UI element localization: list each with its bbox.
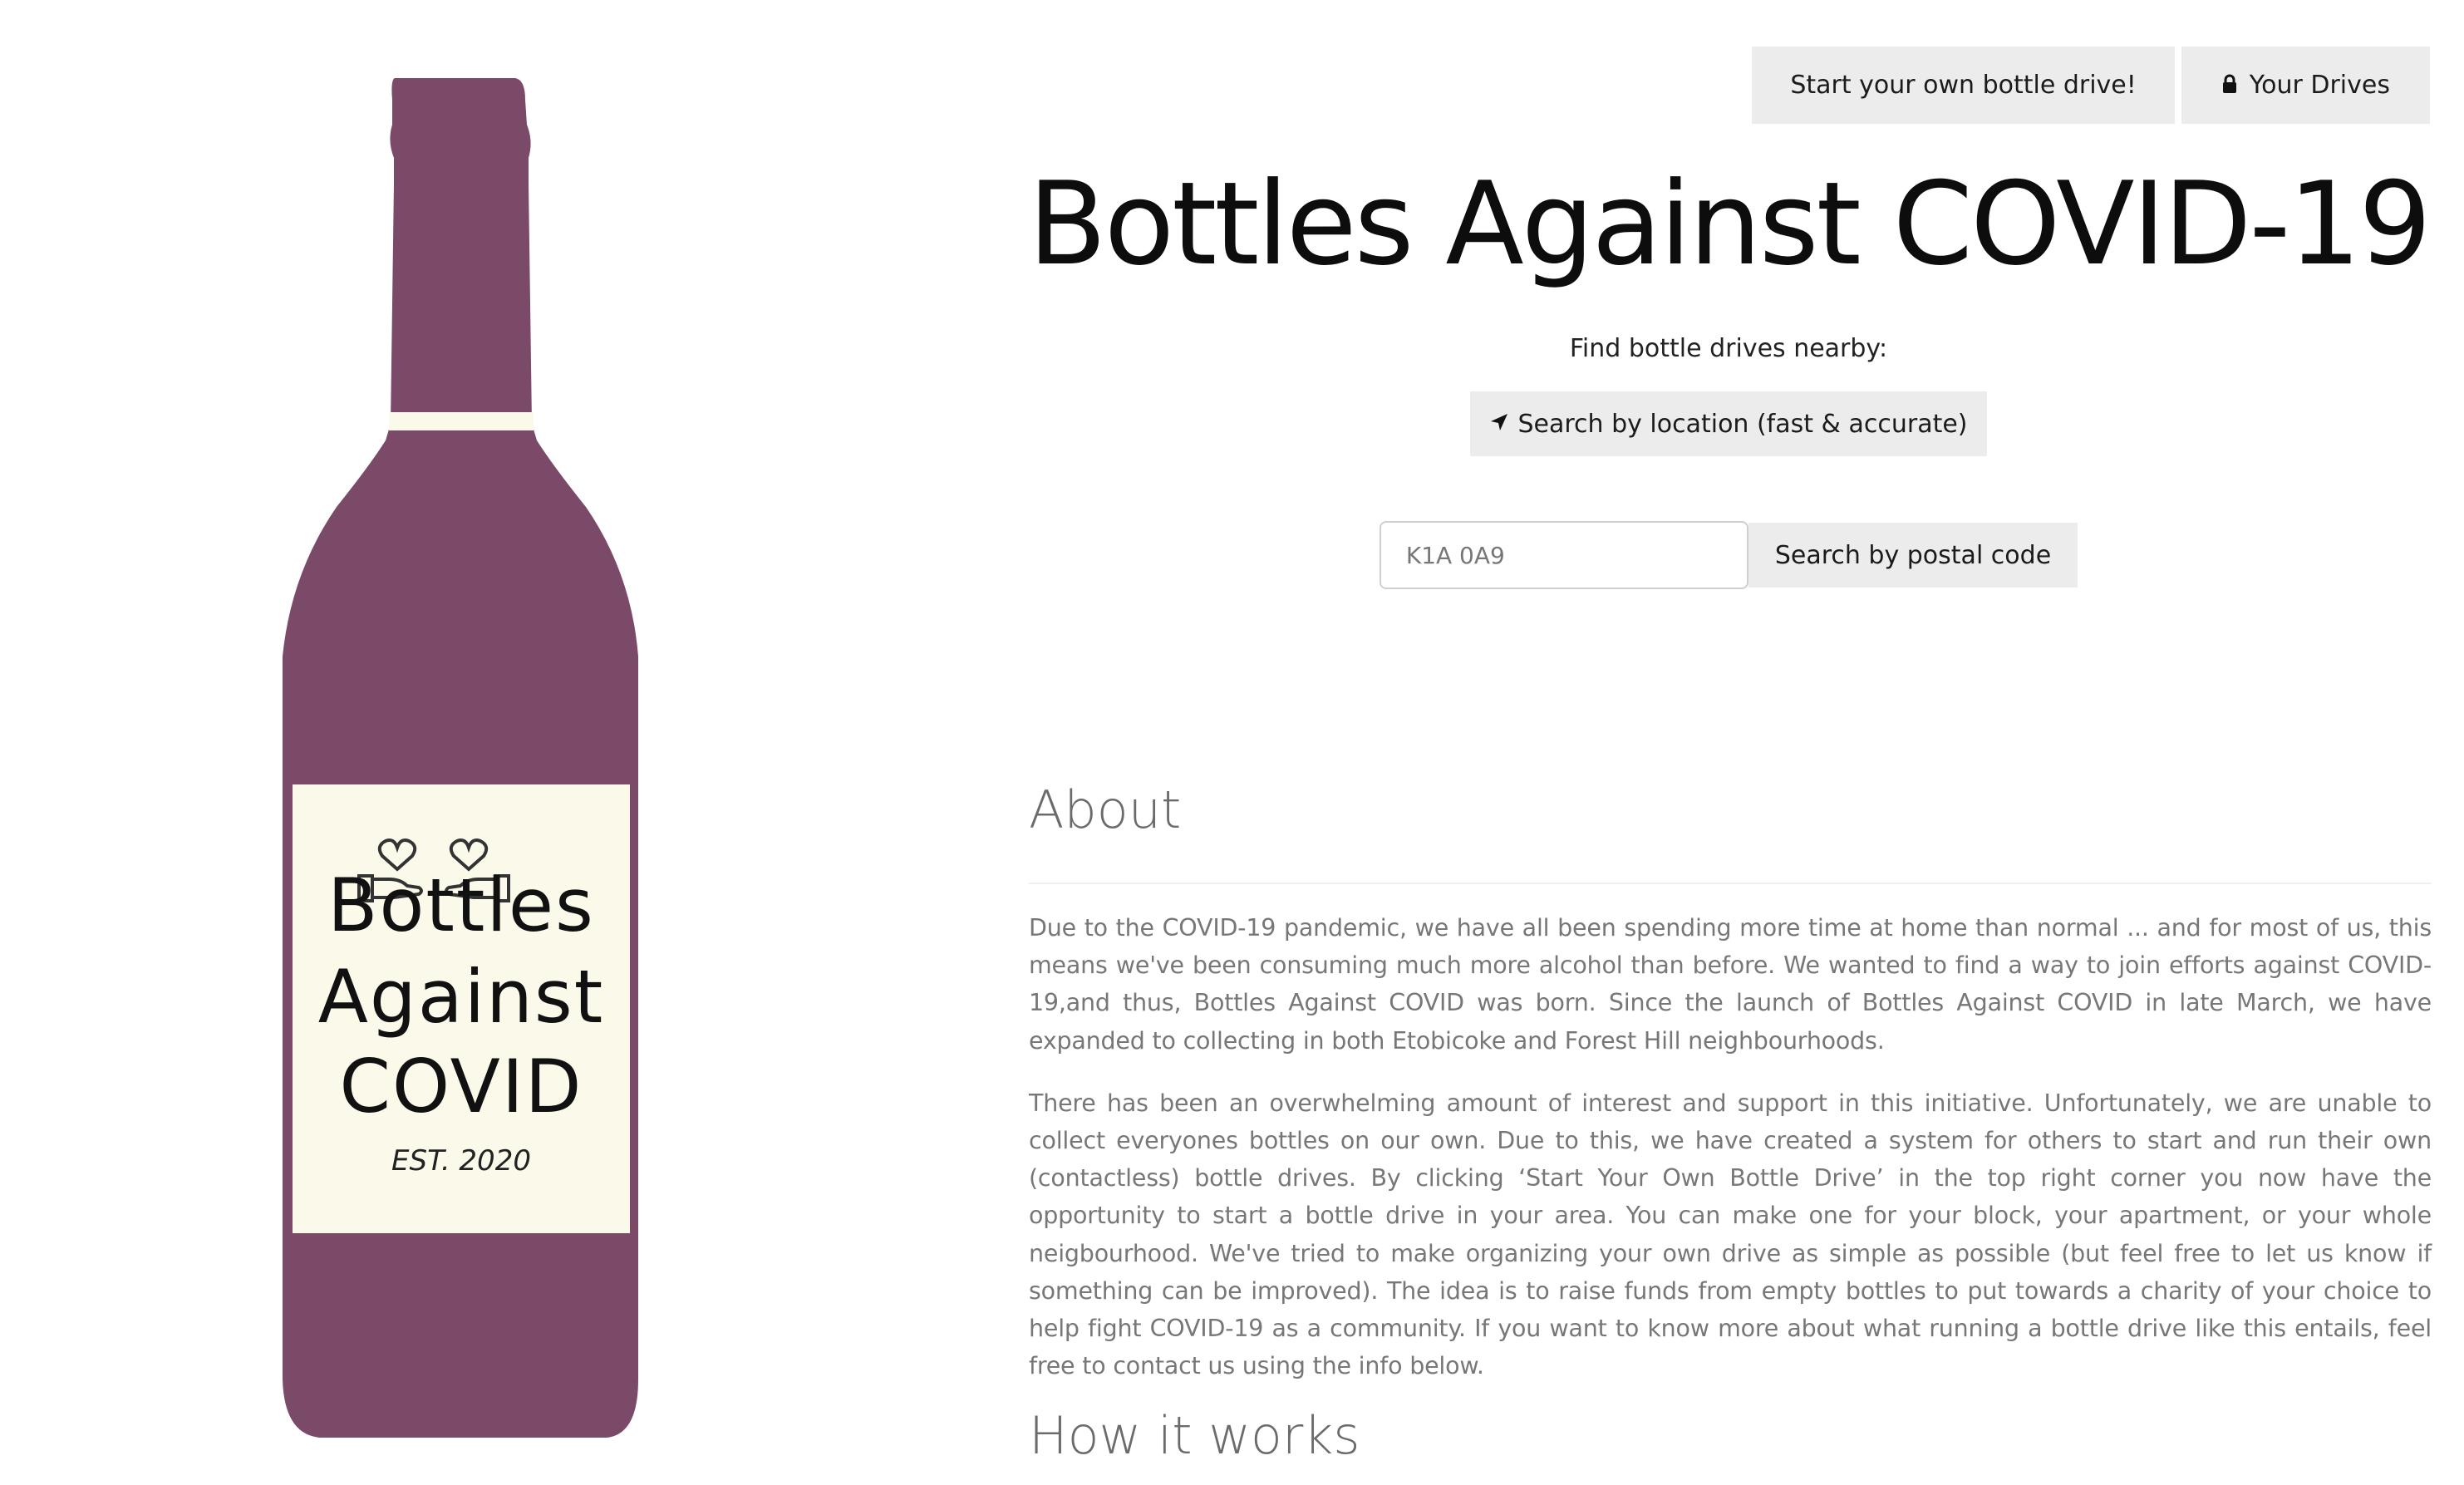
search-by-location-label: Search by location (fast & accurate) (1517, 409, 1968, 439)
your-drives-button[interactable]: Your Drives (2181, 47, 2430, 124)
bottle-neck-band (389, 412, 534, 430)
bottle-logo: Bottles Against COVID EST. 2020 (266, 75, 657, 1446)
about-heading: About (1029, 779, 1182, 840)
logo-line-3: COVID (339, 1044, 583, 1129)
logo-line-1: Bottles (327, 863, 595, 948)
search-by-postal-button[interactable]: Search by postal code (1748, 523, 2078, 588)
page: Bottles Against COVID EST. 2020 Start yo… (0, 0, 2464, 1485)
hero: Bottles Against COVID-19 Find bottle dri… (1026, 157, 2432, 589)
bottle-illustration: Bottles Against COVID EST. 2020 (283, 78, 638, 1438)
location-arrow-icon (1489, 412, 1509, 435)
find-drives-label: Find bottle drives nearby: (1569, 334, 1888, 363)
start-drive-button[interactable]: Start your own bottle drive! (1752, 47, 2175, 124)
search-by-location-button[interactable]: Search by location (fast & accurate) (1470, 391, 1987, 456)
logo-line-2: Against (318, 954, 605, 1040)
about-paragraph-2: There has been an overwhelming amount of… (1029, 1089, 2432, 1380)
logo-est: EST. 2020 (391, 1144, 531, 1178)
bottle-shape (283, 78, 638, 1438)
about-section: About Due to the COVID-19 pandemic, we h… (1029, 773, 2432, 1469)
lock-icon (2221, 74, 2241, 97)
your-drives-label: Your Drives (2249, 71, 2390, 100)
top-nav: Start your own bottle drive! Your Drives (1752, 47, 2430, 124)
postal-search: Search by postal code (1026, 521, 2431, 589)
page-title: Bottles Against COVID-19 (1028, 157, 2432, 291)
about-divider (1029, 883, 2432, 884)
search-by-postal-label: Search by postal code (1774, 540, 2052, 570)
start-drive-label: Start your own bottle drive! (1790, 71, 2137, 100)
about-paragraph-1: Due to the COVID-19 pandemic, we have al… (1029, 914, 2432, 1055)
how-it-works-heading: How it works (1029, 1405, 1360, 1467)
postal-code-input[interactable] (1379, 521, 1748, 589)
